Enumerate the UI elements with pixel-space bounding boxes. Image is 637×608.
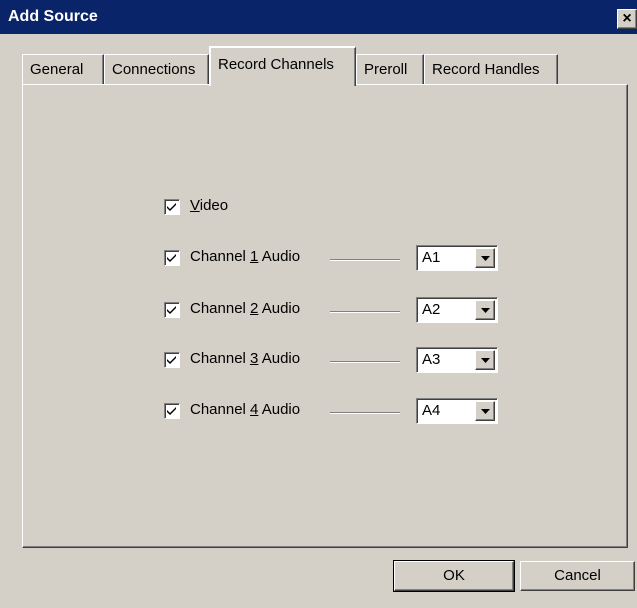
- connector-line: [330, 412, 400, 414]
- tab-label: General: [30, 61, 84, 78]
- channel-row: Channel 2 Audio A2: [164, 297, 504, 324]
- checkmark-icon: [167, 407, 176, 415]
- tab-label: Connections: [112, 61, 196, 78]
- channel-1-checkbox[interactable]: [164, 250, 180, 266]
- channel-row: Channel 4 Audio A4: [164, 398, 504, 425]
- tab-label: Preroll: [364, 61, 408, 78]
- close-button[interactable]: ×: [617, 9, 637, 29]
- ok-button[interactable]: OK: [393, 560, 515, 592]
- select-value: A3: [422, 351, 441, 368]
- dropdown-button[interactable]: [475, 300, 495, 320]
- select-value: A2: [422, 301, 441, 318]
- channel-row: Channel 3 Audio A3: [164, 347, 504, 374]
- channel-3-track-select[interactable]: A3: [416, 347, 498, 373]
- chevron-down-icon: [481, 308, 490, 313]
- checkmark-icon: [167, 203, 176, 211]
- channel-2-track-select[interactable]: A2: [416, 297, 498, 323]
- tab-label: Record Channels: [218, 56, 334, 73]
- chevron-down-icon: [481, 409, 490, 414]
- channel-1-track-select[interactable]: A1: [416, 245, 498, 271]
- channel-2-checkbox[interactable]: [164, 302, 180, 318]
- connector-line: [330, 361, 400, 363]
- close-icon: ×: [622, 10, 632, 27]
- title-bar: Add Source ×: [0, 0, 637, 34]
- chevron-down-icon: [481, 256, 490, 261]
- channel-4-checkbox[interactable]: [164, 403, 180, 419]
- checkmark-icon: [167, 306, 176, 314]
- connector-line: [330, 259, 400, 261]
- select-value: A1: [422, 249, 441, 266]
- channel-3-label: Channel 3 Audio: [190, 350, 301, 367]
- select-value: A4: [422, 402, 441, 419]
- tab-record-handles[interactable]: Record Handles: [424, 54, 558, 84]
- dropdown-button[interactable]: [475, 248, 495, 268]
- channel-1-label: Channel 1 Audio: [190, 248, 301, 265]
- chevron-down-icon: [481, 358, 490, 363]
- video-label: Video: [190, 197, 229, 214]
- video-row: Video: [164, 197, 284, 221]
- tab-connections[interactable]: Connections: [104, 54, 209, 84]
- tab-label: Record Handles: [432, 61, 540, 78]
- dropdown-button[interactable]: [475, 350, 495, 370]
- tab-record-channels[interactable]: Record Channels: [209, 46, 356, 86]
- channel-2-label: Channel 2 Audio: [190, 300, 301, 317]
- checkmark-icon: [167, 356, 176, 364]
- cancel-button[interactable]: Cancel: [520, 561, 635, 591]
- record-channels-panel: Video Channel 1 Audio A1 Channel 2 Audio…: [22, 84, 628, 548]
- tab-general[interactable]: General: [22, 54, 104, 84]
- tab-preroll[interactable]: Preroll: [356, 54, 424, 84]
- window-title: Add Source: [8, 8, 98, 25]
- channel-3-checkbox[interactable]: [164, 352, 180, 368]
- checkmark-icon: [167, 254, 176, 262]
- channel-4-label: Channel 4 Audio: [190, 401, 301, 418]
- video-checkbox[interactable]: [164, 199, 180, 215]
- dropdown-button[interactable]: [475, 401, 495, 421]
- channel-row: Channel 1 Audio A1: [164, 245, 504, 272]
- connector-line: [330, 311, 400, 313]
- channel-4-track-select[interactable]: A4: [416, 398, 498, 424]
